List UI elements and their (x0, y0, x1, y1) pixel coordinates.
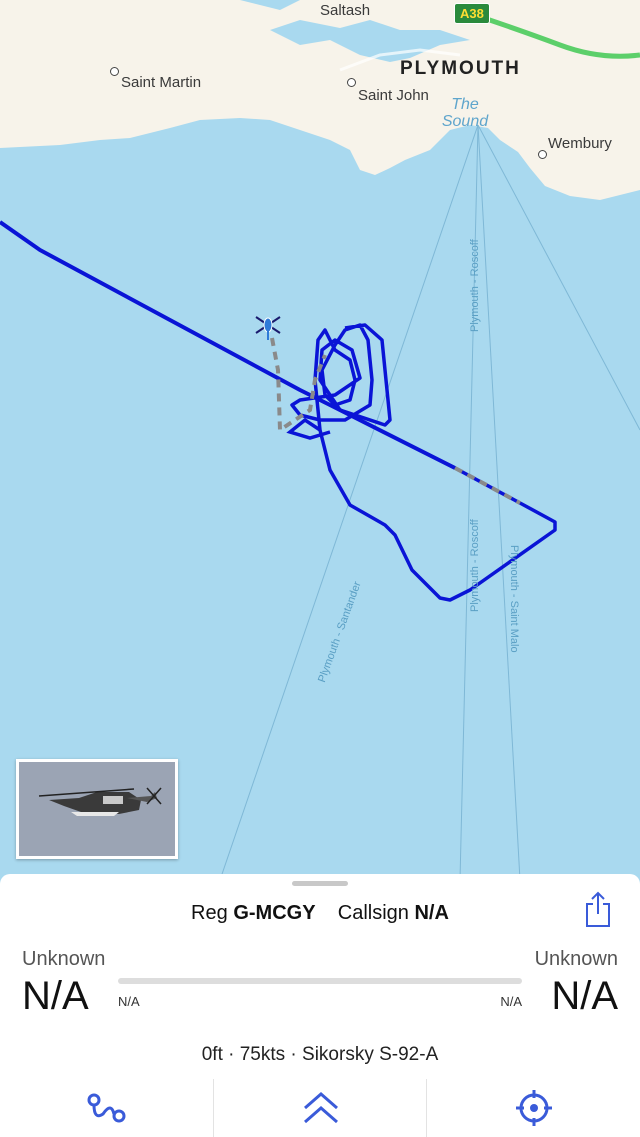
label-wembury: Wembury (548, 135, 612, 152)
map-canvas (0, 0, 640, 880)
bottom-toolbar (0, 1079, 640, 1137)
route-icon (87, 1093, 125, 1123)
aircraft-photo[interactable] (16, 759, 178, 859)
route-label: Plymouth - Saint Malo (508, 545, 520, 653)
reg-label: Reg (191, 902, 228, 924)
origin-name: Unknown (22, 948, 106, 970)
origin-code: N/A (22, 974, 89, 1018)
destination-name: Unknown (534, 948, 618, 970)
flight-details: 0ft · 75kts · Sikorsky S-92-A (201, 1044, 439, 1065)
label-saint-john: Saint John (358, 87, 429, 104)
share-icon[interactable] (582, 890, 614, 928)
crosshair-icon (515, 1090, 552, 1126)
origin-time: N/A (118, 994, 140, 1009)
label-saltash: Saltash (320, 2, 371, 19)
flight-progress-bar (118, 978, 522, 984)
route-button[interactable] (0, 1079, 213, 1137)
center-on-aircraft-button[interactable] (426, 1079, 640, 1137)
callsign-label: Callsign (337, 902, 409, 924)
label-plymouth: PLYMOUTH (400, 58, 521, 79)
drag-handle[interactable] (292, 881, 348, 886)
town-dot (110, 67, 119, 76)
expand-button[interactable] (213, 1079, 427, 1137)
label-saint-martin: Saint Martin (121, 74, 202, 91)
town-dot (347, 78, 356, 87)
callsign-value: N/A (414, 902, 449, 924)
registration-value: G-MCGY (233, 902, 316, 924)
road-shield-a38: A38 (454, 3, 490, 24)
destination-time: N/A (500, 994, 522, 1009)
destination-code: N/A (551, 974, 618, 1018)
route-label: Plymouth - Roscoff (469, 239, 481, 332)
label-the-sound: The Sound (441, 96, 489, 130)
flight-info-panel[interactable]: Reg G-MCGY Callsign N/A Unknown N/A Unkn… (0, 874, 640, 1137)
registration-line: Reg G-MCGY Callsign N/A (0, 902, 640, 925)
route-label: Plymouth - Roscoff (469, 519, 481, 612)
map-view[interactable]: Saltash A38 PLYMOUTH Saint Martin Saint … (0, 0, 640, 880)
chevrons-up-icon (303, 1092, 338, 1124)
town-dot (538, 150, 547, 159)
